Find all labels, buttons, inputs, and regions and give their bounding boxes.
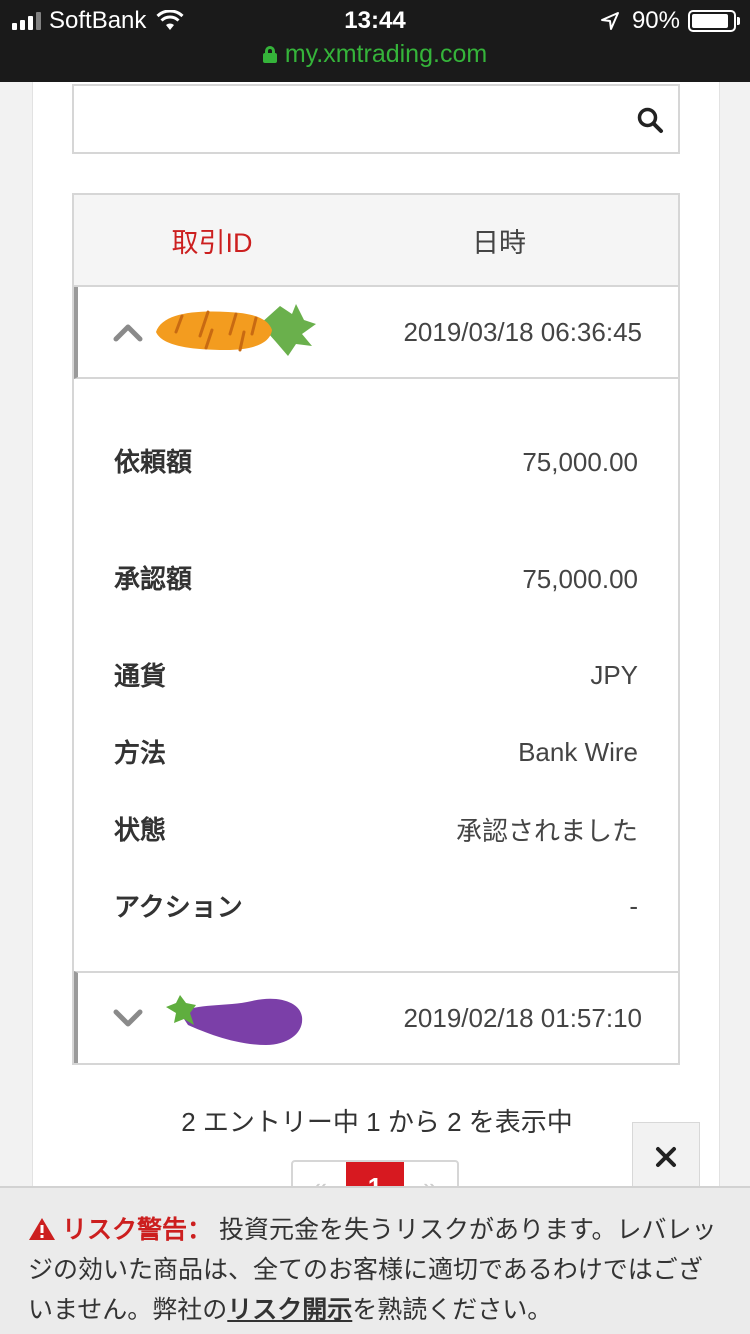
detail-status: 状態 承認されました (114, 791, 638, 868)
transaction-table: 取引ID 日時 2019/03/18 06:36:45 依頼額 75,000.0… (72, 193, 680, 1065)
detail-value: 承認されました (455, 816, 638, 846)
detail-label: アクション (114, 891, 243, 922)
row-details: 依頼額 75,000.00 承認額 75,000.00 通貨 JPY 方法 Ba… (74, 379, 678, 971)
battery-icon (688, 10, 740, 32)
warning-icon (29, 1218, 55, 1240)
risk-disclosure-link[interactable]: リスク開示 (227, 1296, 352, 1324)
risk-warning-text-end: を熟読ください。 (352, 1296, 553, 1324)
detail-action: アクション - (114, 868, 638, 945)
detail-value: JPY (590, 660, 638, 690)
chevron-down-icon[interactable] (112, 1008, 144, 1028)
search-input[interactable] (74, 86, 614, 152)
close-risk-banner-button[interactable] (632, 1122, 700, 1190)
status-right: 90% (600, 6, 740, 36)
eggplant-redaction-icon (166, 995, 303, 1045)
lock-icon (262, 46, 277, 63)
risk-warning-title: リスク警告： (62, 1216, 213, 1244)
detail-value: 75,000.00 (522, 563, 638, 594)
detail-requested-amount: 依頼額 75,000.00 (114, 403, 638, 521)
detail-currency: 通貨 JPY (114, 637, 638, 714)
row-date: 2019/02/18 01:57:10 (403, 1002, 642, 1033)
location-arrow-icon (600, 12, 619, 30)
close-icon (656, 1146, 676, 1167)
carrot-redaction-icon (156, 304, 316, 356)
table-header: 取引ID 日時 (74, 195, 678, 287)
detail-method: 方法 Bank Wire (114, 714, 638, 791)
detail-value: 75,000.00 (522, 446, 638, 477)
content-card: 取引ID 日時 2019/03/18 06:36:45 依頼額 75,000.0… (32, 82, 720, 1220)
detail-label: 通貨 (114, 660, 167, 691)
detail-label: 方法 (114, 737, 167, 768)
detail-label: 依頼額 (114, 447, 193, 477)
row-date: 2019/03/18 06:36:45 (403, 316, 642, 347)
detail-label: 状態 (114, 814, 167, 845)
address-bar[interactable]: my.xmtrading.com (0, 38, 750, 70)
search-box (72, 84, 680, 154)
risk-warning-banner: リスク警告： 投資元金を失うリスクがあります。レバレッジの効いた商品は、全てのお… (0, 1186, 750, 1334)
detail-value: Bank Wire (518, 737, 638, 767)
column-header-transaction-id[interactable]: 取引ID (74, 221, 350, 260)
entries-info: 2 エントリー中 1 から 2 を表示中 (181, 1107, 573, 1137)
detail-label: 承認額 (114, 564, 193, 594)
column-header-date[interactable]: 日時 (350, 221, 678, 260)
search-icon[interactable] (636, 106, 664, 134)
url-text: my.xmtrading.com (284, 40, 488, 68)
detail-value: - (629, 891, 638, 921)
table-row[interactable]: 2019/03/18 06:36:45 (74, 287, 678, 379)
table-row[interactable]: 2019/02/18 01:57:10 (74, 971, 678, 1063)
chevron-up-icon[interactable] (112, 322, 144, 342)
detail-approved-amount: 承認額 75,000.00 (114, 521, 638, 637)
battery-percent: 90% (631, 7, 680, 34)
status-bar: SoftBank 13:44 90% my.xmtrading.com (0, 0, 750, 82)
